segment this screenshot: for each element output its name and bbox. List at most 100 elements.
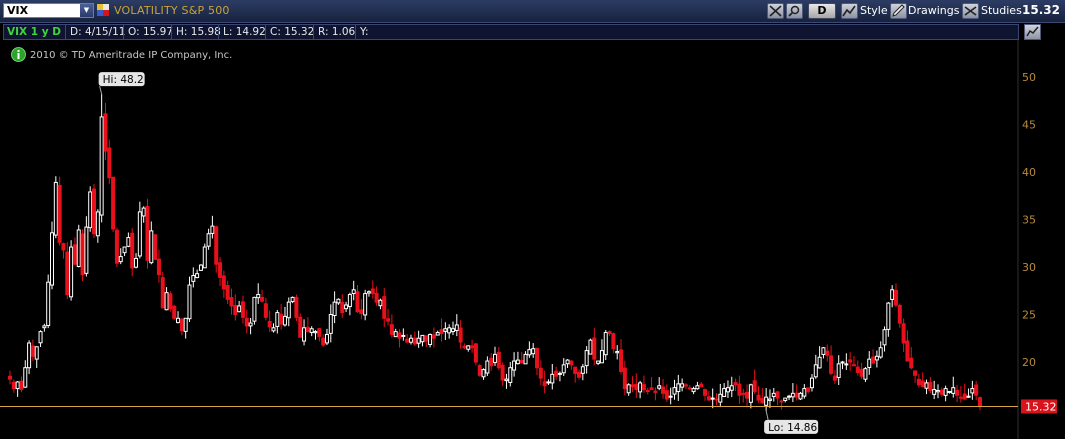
- candle-body: [653, 390, 658, 393]
- candle-body: [512, 360, 517, 371]
- candle-body: [443, 328, 448, 332]
- candle-body: [309, 328, 314, 333]
- style-menu[interactable]: Style: [860, 3, 888, 19]
- candle-body: [111, 176, 116, 230]
- candle-body: [901, 323, 906, 344]
- candle-body: [619, 349, 624, 372]
- candle-body: [202, 246, 207, 269]
- studies-menu[interactable]: Studies: [981, 3, 1022, 19]
- candle-body: [122, 246, 127, 254]
- candle-body: [168, 293, 173, 310]
- symbol-selector[interactable]: ▼: [3, 3, 94, 18]
- candle-body: [920, 380, 925, 388]
- info-close: C: 15.32: [265, 25, 314, 39]
- candle-body: [290, 296, 295, 303]
- candle-body: [428, 333, 433, 346]
- candle-body: [794, 392, 799, 398]
- style-icon-button[interactable]: [841, 3, 858, 19]
- candle-body: [764, 396, 769, 406]
- candle-body: [240, 301, 245, 318]
- candle-body: [279, 313, 284, 325]
- aggregation-period-button[interactable]: D: [808, 3, 836, 19]
- candle-body: [416, 337, 421, 344]
- drawings-icon-button[interactable]: [890, 3, 907, 19]
- candle-body: [130, 232, 135, 269]
- candle-body: [871, 356, 876, 364]
- price-chart[interactable]: 20 25 30 35 40 45 50 15.32 Hi: 48.2 Lo: 14.86: [0, 40, 1065, 439]
- candle-body: [893, 289, 898, 306]
- candle-body: [649, 387, 654, 391]
- candle-body: [508, 367, 513, 383]
- crosshair-tool-button[interactable]: [767, 3, 784, 19]
- candle-body: [787, 395, 792, 398]
- candle-body: [65, 251, 70, 296]
- candle-body: [72, 244, 77, 265]
- candle-body: [401, 334, 406, 337]
- candle-body: [328, 314, 333, 334]
- candle-body: [351, 289, 356, 295]
- drawings-menu[interactable]: Drawings: [908, 3, 959, 19]
- candle-body: [256, 294, 261, 299]
- candle-body: [363, 293, 368, 316]
- candle-body: [305, 326, 310, 333]
- candle-body: [447, 327, 452, 334]
- crosshair-icon: [769, 5, 782, 17]
- candle-body: [46, 281, 51, 326]
- candle-body: [275, 312, 280, 327]
- candle-body: [928, 382, 933, 391]
- symbol-dropdown-button[interactable]: ▼: [80, 4, 93, 17]
- candle-body: [966, 395, 971, 398]
- candle-body: [389, 324, 394, 335]
- candle-body: [324, 333, 329, 344]
- candle-body: [577, 371, 582, 378]
- candle-body: [359, 309, 364, 315]
- lo-callout-line: [765, 410, 769, 420]
- candle-body: [19, 380, 24, 391]
- candle-body: [729, 385, 734, 391]
- symbol-input[interactable]: [5, 4, 83, 17]
- candle-body: [218, 262, 223, 278]
- candle-body: [546, 381, 551, 384]
- candle-body: [699, 383, 704, 388]
- candle-body: [748, 384, 753, 403]
- studies-icon-button[interactable]: [962, 3, 979, 19]
- candle-body: [848, 359, 853, 363]
- candle-body: [874, 355, 879, 361]
- candle-body: [317, 328, 322, 337]
- zoom-icon: [788, 5, 800, 17]
- info-high: H: 15.98: [171, 25, 221, 39]
- candle-body: [214, 226, 219, 265]
- candle-body: [61, 243, 66, 251]
- candle-body: [424, 335, 429, 342]
- candle-body: [561, 364, 566, 374]
- candle-body: [496, 351, 501, 369]
- candle-body: [88, 191, 93, 229]
- candle-body: [958, 396, 963, 399]
- candle-body: [840, 361, 845, 364]
- candle-body: [955, 389, 960, 396]
- candle-body: [683, 384, 688, 387]
- candle-body: [114, 229, 119, 264]
- candle-body: [263, 303, 268, 318]
- candle-body: [198, 264, 203, 271]
- candle-body: [450, 328, 455, 333]
- candle-body: [978, 397, 982, 408]
- candle-body: [905, 340, 910, 362]
- candle-body: [355, 291, 360, 313]
- candle-body: [374, 292, 379, 303]
- candle-body: [542, 381, 547, 387]
- candle-body: [844, 363, 849, 366]
- chart-settings-button[interactable]: [1024, 24, 1041, 40]
- candle-body: [248, 322, 253, 327]
- zoom-tool-button[interactable]: [786, 3, 803, 19]
- link-colors-icon[interactable]: [97, 4, 110, 17]
- candle-body: [252, 296, 257, 322]
- chart-label: VIX 1 y D: [7, 26, 61, 38]
- candle-body: [706, 396, 711, 401]
- candle-body: [779, 400, 784, 403]
- candle-body: [531, 348, 536, 355]
- candle-body: [164, 292, 169, 311]
- candle-body: [118, 256, 123, 263]
- candle-body: [435, 332, 440, 336]
- y-tick-label: 20: [1022, 356, 1036, 369]
